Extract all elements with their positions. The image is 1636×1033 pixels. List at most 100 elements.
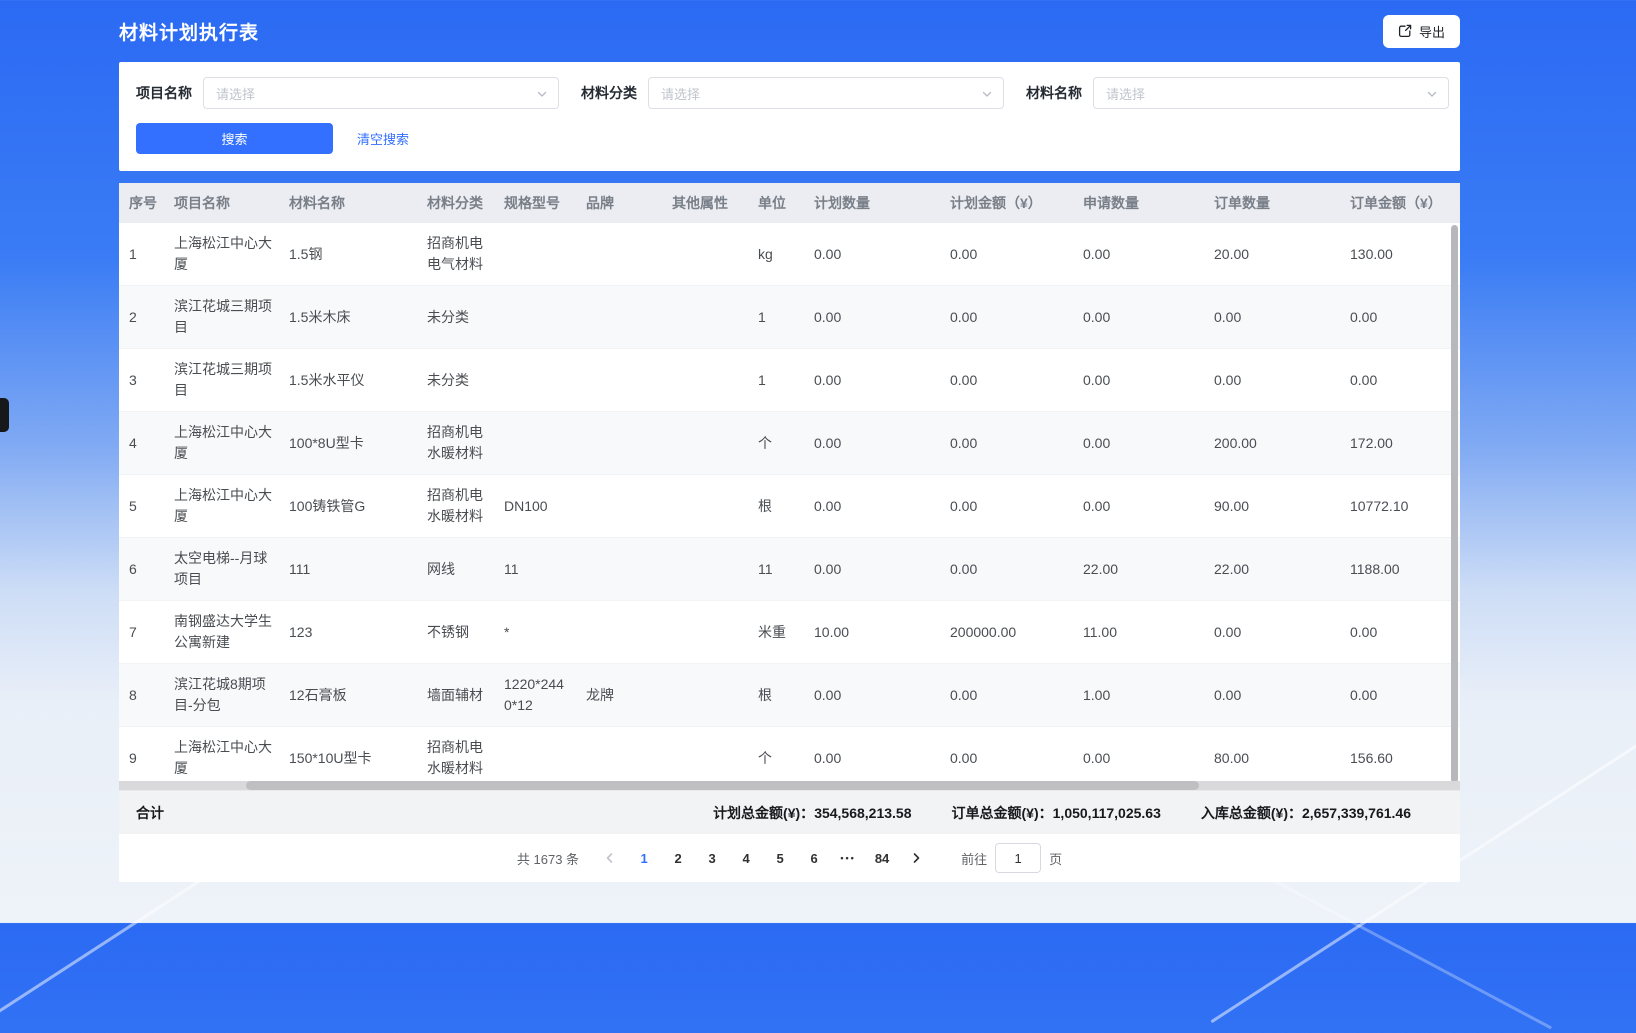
cell: 0.00 [804, 496, 940, 517]
cell: 200000.00 [940, 622, 1073, 643]
prev-page-button[interactable] [597, 844, 623, 872]
cell: 招商机电水暖材料 [417, 737, 494, 779]
material-category-select[interactable]: 请选择 [648, 77, 1004, 109]
cell: DN100 [494, 496, 576, 517]
cell: 11 [494, 559, 576, 580]
cell: 22.00 [1204, 559, 1340, 580]
page-header: 材料计划执行表 导出 [119, 0, 1460, 62]
cell: 未分类 [417, 370, 494, 391]
cell: 0.00 [804, 748, 940, 769]
cell: 上海松江中心大厦 [164, 233, 279, 275]
summary-total-value: 354,568,213.58 [814, 805, 911, 821]
cell: 10.00 [804, 622, 940, 643]
cell: 0.00 [1073, 748, 1204, 769]
cell: 0.00 [940, 433, 1073, 454]
goto-label: 前往 [961, 849, 987, 868]
filter-material-name: 材料名称请选择 [1026, 77, 1449, 109]
filter-material-name-label: 材料名称 [1026, 83, 1082, 103]
cell: 0.00 [1204, 307, 1340, 328]
cell: 0.00 [1340, 685, 1460, 706]
column-header: 其他属性 [662, 193, 748, 213]
cell: 滨江花城8期项目-分包 [164, 674, 279, 716]
filter-panel: 项目名称请选择材料分类请选择材料名称请选择 搜索 清空搜索 [119, 62, 1460, 171]
next-page-button[interactable] [903, 844, 929, 872]
page-4[interactable]: 4 [733, 844, 759, 872]
select-placeholder: 请选择 [216, 84, 255, 103]
page-unit-label: 页 [1049, 849, 1062, 868]
cell: 招商机电水暖材料 [417, 485, 494, 527]
chevron-down-icon [981, 88, 993, 100]
column-header: 计划金额（¥） [940, 193, 1073, 213]
filter-row: 项目名称请选择材料分类请选择材料名称请选择 [119, 62, 1460, 109]
cell: 10772.10 [1340, 496, 1460, 517]
column-header: 材料名称 [279, 193, 417, 213]
material-name-select[interactable]: 请选择 [1093, 77, 1449, 109]
page-2[interactable]: 2 [665, 844, 691, 872]
summary-total-label: 入库总金额(¥)： [1201, 805, 1302, 821]
cell: 0.00 [804, 685, 940, 706]
table-header-row: 序号项目名称材料名称材料分类规格型号品牌其他属性单位计划数量计划金额（¥）申请数… [119, 183, 1460, 223]
page-6[interactable]: 6 [801, 844, 827, 872]
column-header: 项目名称 [164, 193, 279, 213]
export-button[interactable]: 导出 [1383, 15, 1460, 48]
summary-label: 合计 [136, 803, 164, 823]
summary-total-label: 计划总金额(¥)： [713, 805, 814, 821]
more-pages-button[interactable]: ••• [835, 844, 861, 872]
drawer-handle[interactable] [0, 398, 9, 432]
cell: 龙牌 [576, 685, 662, 706]
export-button-label: 导出 [1419, 22, 1445, 41]
page-1[interactable]: 1 [631, 844, 657, 872]
clear-search-link[interactable]: 清空搜索 [357, 129, 409, 148]
filter-material-category-label: 材料分类 [581, 83, 637, 103]
cell: 100铸铁管G [279, 496, 417, 517]
cell: 0.00 [804, 244, 940, 265]
column-header: 规格型号 [494, 193, 576, 213]
cell: 0.00 [1340, 307, 1460, 328]
cell: 11 [748, 559, 804, 580]
horizontal-scrollbar-thumb[interactable] [246, 781, 1198, 790]
cell: 1 [748, 370, 804, 391]
cell: 0.00 [940, 559, 1073, 580]
chevron-left-icon [604, 852, 616, 864]
column-header: 序号 [119, 193, 164, 213]
summary-total-label: 订单总金额(¥)： [952, 805, 1053, 821]
cell: 8 [119, 685, 164, 706]
cell: 0.00 [1073, 244, 1204, 265]
chevron-down-icon [1426, 88, 1438, 100]
cell: 0.00 [804, 370, 940, 391]
cell: 172.00 [1340, 433, 1460, 454]
cell: * [494, 622, 576, 643]
cell: 墙面辅材 [417, 685, 494, 706]
filter-material-category: 材料分类请选择 [581, 77, 1004, 109]
cell: 12石膏板 [279, 685, 417, 706]
cell: 0.00 [804, 559, 940, 580]
cell: 0.00 [940, 748, 1073, 769]
page-5[interactable]: 5 [767, 844, 793, 872]
chevron-down-icon [536, 88, 548, 100]
goto-page-input[interactable] [995, 843, 1041, 873]
column-header: 订单数量 [1204, 193, 1340, 213]
cell: 0.00 [940, 244, 1073, 265]
summary-row: 合计 计划总金额(¥)：354,568,213.58订单总金额(¥)：1,050… [119, 790, 1460, 834]
cell: 滨江花城三期项目 [164, 296, 279, 338]
cell: 7 [119, 622, 164, 643]
horizontal-scrollbar-track[interactable] [119, 781, 1460, 790]
cell: 0.00 [940, 307, 1073, 328]
cell: 22.00 [1073, 559, 1204, 580]
summary-total-2: 入库总金额(¥)：2,657,339,761.46 [1201, 803, 1411, 823]
table-row: 3滨江花城三期项目1.5米水平仪未分类10.000.000.000.000.00 [119, 349, 1460, 412]
project-name-select[interactable]: 请选择 [203, 77, 559, 109]
last-page-button[interactable]: 84 [869, 844, 895, 872]
cell: 111 [279, 559, 417, 580]
cell: 156.60 [1340, 748, 1460, 769]
filter-project-name: 项目名称请选择 [136, 77, 559, 109]
vertical-scrollbar[interactable] [1451, 225, 1458, 783]
cell: 南钢盛达大学生公寓新建 [164, 611, 279, 653]
page-title: 材料计划执行表 [119, 18, 259, 45]
cell: 1.5钢 [279, 244, 417, 265]
cell: 上海松江中心大厦 [164, 737, 279, 779]
page-3[interactable]: 3 [699, 844, 725, 872]
cell: 90.00 [1204, 496, 1340, 517]
cell: 11.00 [1073, 622, 1204, 643]
search-button[interactable]: 搜索 [136, 123, 333, 154]
